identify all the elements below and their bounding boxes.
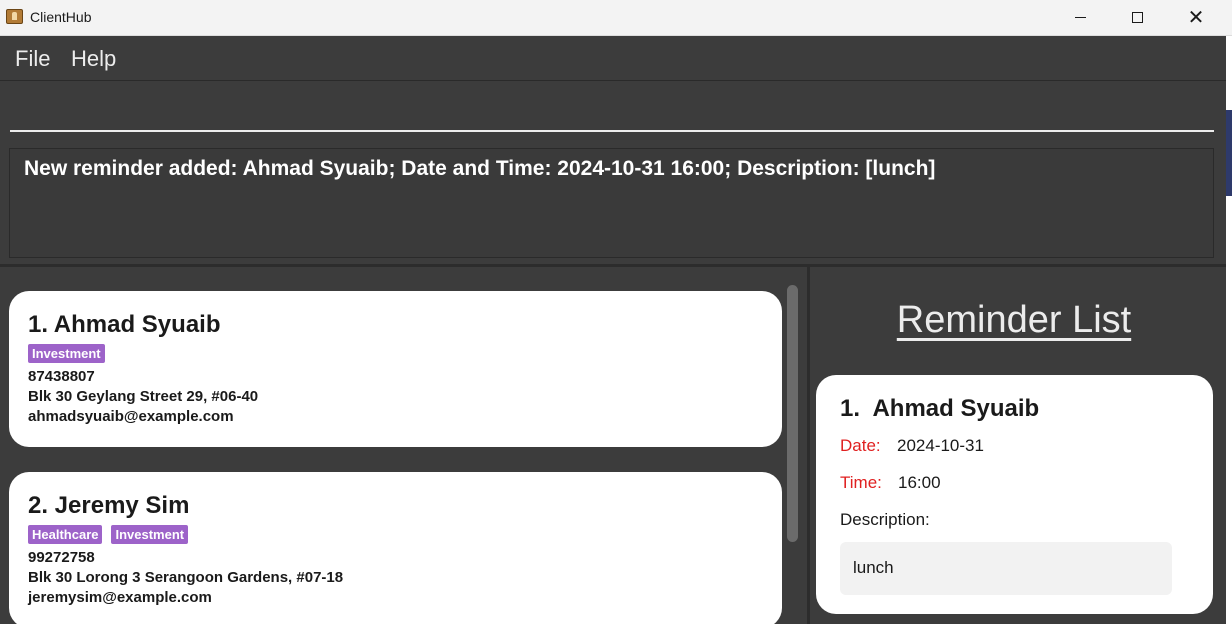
app-icon: [6, 9, 23, 24]
maximize-icon: [1131, 11, 1143, 23]
person-email: jeremysim@example.com: [28, 589, 212, 606]
person-name: 2. Jeremy Sim: [28, 492, 190, 519]
person-email: ahmadsyuaib@example.com: [28, 408, 234, 425]
reminder-card[interactable]: 1. Ahmad Syuaib Date: 2024-10-31 Time: 1…: [816, 375, 1213, 614]
person-name: 1. Ahmad Syuaib: [28, 311, 221, 338]
menu-file[interactable]: File: [15, 46, 50, 72]
person-phone: 99272758: [28, 549, 95, 566]
reminder-date-value: 2024-10-31: [897, 436, 984, 455]
command-input[interactable]: [10, 88, 1214, 132]
tag: Healthcare: [28, 525, 103, 544]
command-box: [0, 82, 1226, 140]
menu-bar: File Help: [0, 36, 1226, 81]
close-button[interactable]: ✕: [1173, 0, 1219, 34]
tag-list: Investment: [28, 344, 105, 363]
minimize-icon: [1074, 16, 1086, 18]
minimize-button[interactable]: [1057, 0, 1103, 34]
person-card[interactable]: 1. Ahmad Syuaib Investment 87438807 Blk …: [9, 291, 782, 447]
result-display: New reminder added: Ahmad Syuaib; Date a…: [9, 148, 1214, 258]
person-address: Blk 30 Lorong 3 Serangoon Gardens, #07-1…: [28, 569, 344, 586]
reminder-description-box: lunch: [840, 542, 1172, 595]
reminder-date-label: Date:: [840, 436, 881, 455]
person-card[interactable]: 2. Jeremy Sim Healthcare Investment 9927…: [9, 472, 782, 624]
menu-help[interactable]: Help: [71, 46, 116, 72]
reminder-person-name: 1. Ahmad Syuaib: [840, 395, 1040, 422]
reminder-time-value: 16:00: [898, 473, 941, 492]
background-window-edge: [1226, 110, 1232, 196]
maximize-button[interactable]: [1114, 0, 1160, 34]
window-title: ClientHub: [30, 9, 92, 25]
reminder-panel: Reminder List 1. Ahmad Syuaib Date: 2024…: [810, 267, 1226, 624]
person-list-scrollbar[interactable]: [787, 285, 798, 542]
person-address: Blk 30 Geylang Street 29, #06-40: [28, 388, 259, 405]
result-message: New reminder added: Ahmad Syuaib; Date a…: [24, 157, 936, 180]
tag: Investment: [111, 525, 189, 544]
close-icon: ✕: [1187, 5, 1205, 29]
reminder-time-label: Time:: [840, 473, 882, 492]
reminder-list-heading: Reminder List: [896, 299, 1132, 341]
tag: Investment: [28, 344, 105, 363]
app-window: ClientHub ✕ File Help New reminder added…: [0, 0, 1232, 624]
tag-list: Healthcare Investment: [28, 525, 189, 544]
title-bar: ClientHub ✕: [0, 0, 1232, 36]
person-phone: 87438807: [28, 368, 95, 385]
reminder-description-text: lunch: [853, 558, 894, 577]
reminder-description-label: Description:: [840, 510, 930, 529]
person-list[interactable]: 1. Ahmad Syuaib Investment 87438807 Blk …: [0, 267, 807, 624]
